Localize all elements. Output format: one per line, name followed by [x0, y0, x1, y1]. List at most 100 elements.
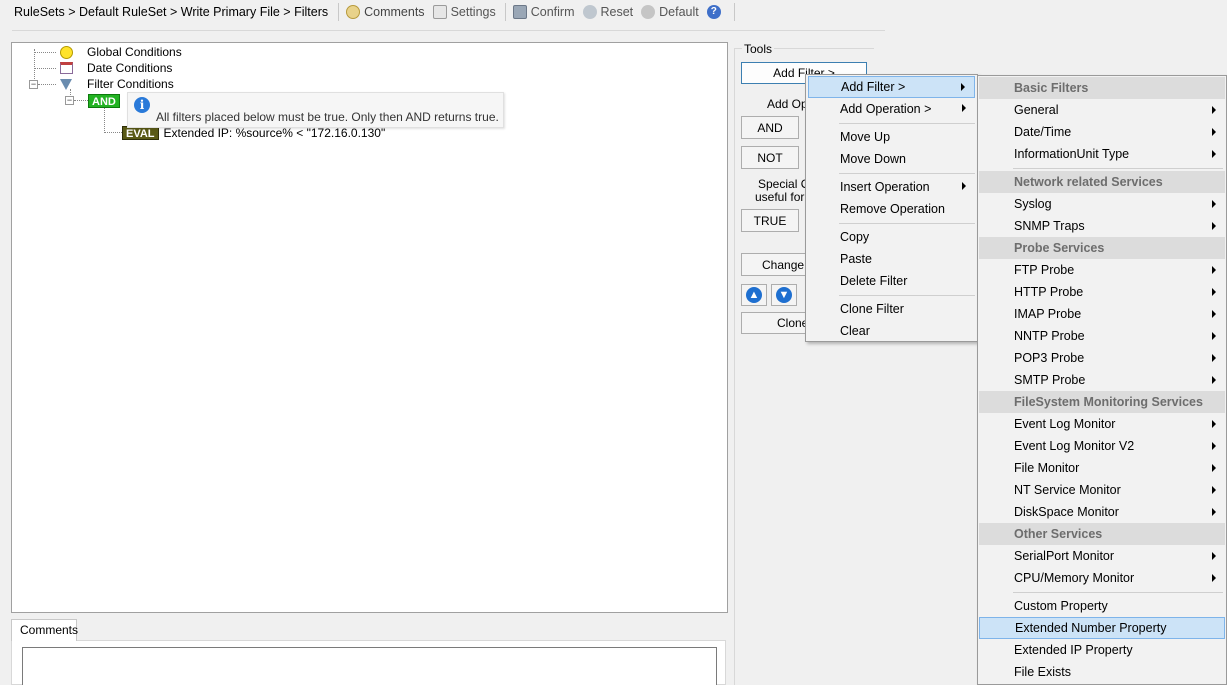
tree-line — [104, 132, 122, 133]
submenu-item-smtp[interactable]: SMTP Probe — [979, 369, 1225, 391]
toolbar-separator — [733, 3, 735, 21]
collapse-filter-conditions[interactable]: − — [29, 80, 38, 89]
and-button[interactable]: AND — [741, 116, 799, 139]
submenu-header-basic: Basic Filters — [979, 77, 1225, 99]
submenu-item-datetime[interactable]: Date/Time — [979, 121, 1225, 143]
submenu-item-snmp[interactable]: SNMP Traps — [979, 215, 1225, 237]
submenu-item-general[interactable]: General — [979, 99, 1225, 121]
tree-line — [104, 107, 105, 133]
menu-item-delete-filter[interactable]: Delete Filter — [808, 270, 975, 292]
breadcrumb: RuleSets > Default RuleSet > Write Prima… — [14, 5, 329, 19]
submenu-arrow-icon — [1212, 200, 1216, 208]
default-button[interactable]: Default — [638, 2, 702, 22]
submenu-arrow-icon — [1212, 574, 1216, 582]
submenu-item-eventlog-v2[interactable]: Event Log Monitor V2 — [979, 435, 1225, 457]
reset-button[interactable]: Reset — [580, 2, 637, 22]
submenu-arrow-icon — [961, 83, 965, 91]
submenu-arrow-icon — [1212, 464, 1216, 472]
calendar-icon — [60, 62, 73, 74]
submenu-arrow-icon — [962, 182, 966, 190]
settings-icon — [432, 5, 447, 19]
help-icon: ? — [706, 5, 721, 19]
menu-separator — [839, 223, 975, 224]
toolbar-separator — [504, 3, 506, 21]
reset-icon — [582, 5, 597, 19]
help-button[interactable]: ? — [704, 2, 728, 22]
submenu-item-extended-number-property[interactable]: Extended Number Property — [979, 617, 1225, 639]
submenu-header-filesystem: FileSystem Monitoring Services — [979, 391, 1225, 413]
collapse-and-node[interactable]: − — [65, 96, 74, 105]
submenu-arrow-icon — [1212, 266, 1216, 274]
submenu-item-custom-property[interactable]: Custom Property — [979, 595, 1225, 617]
menu-item-add-operation[interactable]: Add Operation > — [808, 98, 975, 120]
toolbar-separator — [338, 3, 340, 21]
tree-item-filter-conditions[interactable]: Filter Conditions — [60, 76, 174, 92]
toolbar-divider — [12, 30, 885, 31]
menu-item-paste[interactable]: Paste — [808, 248, 975, 270]
tree-item-global-conditions[interactable]: Global Conditions — [60, 44, 182, 60]
submenu-header-other: Other Services — [979, 523, 1225, 545]
submenu-arrow-icon — [1212, 222, 1216, 230]
toolbar: RuleSets > Default RuleSet > Write Prima… — [0, 0, 886, 24]
submenu-arrow-icon — [1212, 420, 1216, 428]
submenu-item-eventlog[interactable]: Event Log Monitor — [979, 413, 1225, 435]
submenu-header-probe: Probe Services — [979, 237, 1225, 259]
submenu-item-extended-ip-property[interactable]: Extended IP Property — [979, 639, 1225, 661]
submenu-arrow-icon — [962, 104, 966, 112]
submenu-item-cpu-memory[interactable]: CPU/Memory Monitor — [979, 567, 1225, 589]
submenu-arrow-icon — [1212, 552, 1216, 560]
menu-item-clone-filter[interactable]: Clone Filter — [808, 298, 975, 320]
menu-item-move-down[interactable]: Move Down — [808, 148, 975, 170]
submenu-arrow-icon — [1212, 106, 1216, 114]
tree-item-date-conditions[interactable]: Date Conditions — [60, 60, 172, 76]
submenu-separator — [1013, 592, 1223, 593]
tree-line — [38, 84, 56, 85]
submenu-item-file-monitor[interactable]: File Monitor — [979, 457, 1225, 479]
menu-separator — [839, 173, 975, 174]
funnel-icon — [60, 78, 72, 90]
submenu-item-syslog[interactable]: Syslog — [979, 193, 1225, 215]
submenu-item-file-exists[interactable]: File Exists — [979, 661, 1225, 683]
submenu-arrow-icon — [1212, 310, 1216, 318]
tools-title: Tools — [742, 42, 775, 56]
menu-item-add-filter[interactable]: Add Filter > — [808, 76, 975, 98]
true-button[interactable]: TRUE — [741, 209, 799, 232]
submenu-arrow-icon — [1212, 332, 1216, 340]
submenu-arrow-icon — [1212, 128, 1216, 136]
comments-textarea[interactable] — [22, 647, 717, 685]
arrow-up-icon: ▲ — [746, 287, 762, 303]
move-up-button[interactable]: ▲ — [741, 284, 767, 306]
submenu-item-http[interactable]: HTTP Probe — [979, 281, 1225, 303]
arrow-down-icon: ▼ — [776, 287, 792, 303]
tab-comments[interactable]: Comments — [11, 619, 78, 641]
submenu-item-imap[interactable]: IMAP Probe — [979, 303, 1225, 325]
menu-item-insert-operation[interactable]: Insert Operation — [808, 176, 975, 198]
submenu-item-nt-service[interactable]: NT Service Monitor — [979, 479, 1225, 501]
menu-item-remove-operation[interactable]: Remove Operation — [808, 198, 975, 220]
submenu-arrow-icon — [1212, 150, 1216, 158]
confirm-button[interactable]: Confirm — [510, 2, 578, 22]
and-tooltip: i All filters placed below must be true.… — [127, 92, 504, 128]
submenu-item-ftp[interactable]: FTP Probe — [979, 259, 1225, 281]
menu-item-copy[interactable]: Copy — [808, 226, 975, 248]
submenu-arrow-icon — [1212, 442, 1216, 450]
submenu-item-serialport[interactable]: SerialPort Monitor — [979, 545, 1225, 567]
comments-icon — [346, 5, 361, 19]
submenu-item-diskspace[interactable]: DiskSpace Monitor — [979, 501, 1225, 523]
submenu-item-nntp[interactable]: NNTP Probe — [979, 325, 1225, 347]
filter-tree[interactable]: − − Global Conditions Date Conditions Fi… — [11, 42, 728, 613]
special-operations-label: Special O — [758, 177, 811, 191]
default-icon — [641, 5, 656, 19]
tree-line — [74, 100, 88, 101]
move-down-button[interactable]: ▼ — [771, 284, 797, 306]
comments-button[interactable]: Comments — [343, 2, 427, 22]
submenu-item-pop3[interactable]: POP3 Probe — [979, 347, 1225, 369]
submenu-arrow-icon — [1212, 486, 1216, 494]
menu-item-clear[interactable]: Clear — [808, 320, 975, 342]
submenu-arrow-icon — [1212, 508, 1216, 516]
tree-item-and-operation[interactable]: AND — [88, 93, 120, 109]
settings-button[interactable]: Settings — [430, 2, 499, 22]
submenu-item-informationunit[interactable]: InformationUnit Type — [979, 143, 1225, 165]
menu-item-move-up[interactable]: Move Up — [808, 126, 975, 148]
not-button[interactable]: NOT — [741, 146, 799, 169]
